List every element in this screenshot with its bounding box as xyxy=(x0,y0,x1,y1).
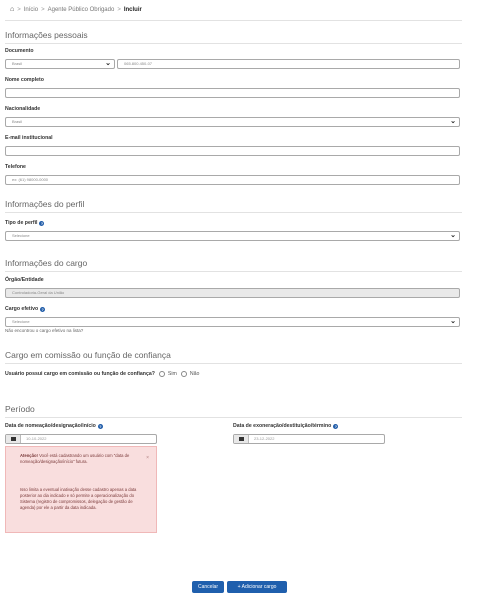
info-icon[interactable]: ? xyxy=(40,306,46,312)
tipo-perfil-label-text: Tipo de perfil xyxy=(5,220,38,226)
alert-line2: Isso limita a eventual inativação desse … xyxy=(20,487,137,510)
chevron-down-icon: ⌄ xyxy=(105,60,111,67)
documento-type-select[interactable]: Brasil ⌄ xyxy=(5,59,115,69)
chevron-right-icon: > xyxy=(117,6,121,13)
telefone-placeholder: ex: (61) 98000-0000 xyxy=(12,177,49,182)
cancel-button[interactable]: Cancelar xyxy=(192,581,224,593)
cargo-efetivo-help-link[interactable]: Não encontrou o cargo efetivo na lista? xyxy=(5,328,83,333)
documento-input[interactable]: 065.800.450-07 xyxy=(117,59,460,69)
data-nomeacao-input[interactable]: 10-10-2022 xyxy=(5,434,157,444)
chevron-right-icon: > xyxy=(17,6,21,13)
tipo-perfil-value: Selecione xyxy=(12,233,30,238)
breadcrumb-current: Incluir xyxy=(123,6,142,13)
cargo-efetivo-value: Selecione xyxy=(12,319,30,324)
nacionalidade-value: Brasil xyxy=(12,119,23,124)
section-title-position: Informações do cargo xyxy=(5,258,88,268)
info-icon[interactable]: ? xyxy=(97,423,103,429)
comissao-question: Usuário possui cargo em comissão ou funç… xyxy=(5,371,155,377)
divider xyxy=(5,20,462,21)
comissao-question-row: Usuário possui cargo em comissão ou funç… xyxy=(5,371,199,377)
section-title-commission: Cargo em comissão ou função de confiança xyxy=(5,350,171,360)
cargo-efetivo-label: Cargo efetivo ? xyxy=(5,306,46,312)
email-input[interactable] xyxy=(5,146,460,156)
email-label: E-mail institucional xyxy=(5,135,53,141)
info-icon[interactable]: ? xyxy=(333,423,339,429)
section-title-profile: Informações do perfil xyxy=(5,199,85,209)
breadcrumb-item-agente[interactable]: Agente Público Obrigado xyxy=(48,7,115,13)
orgao-input: Controladoria-Geral da União xyxy=(5,288,460,298)
divider xyxy=(5,363,462,364)
tipo-perfil-select[interactable]: Selecione ⌄ xyxy=(5,231,460,241)
documento-label: Documento xyxy=(5,48,34,54)
data-exoneracao-label-text: Data de exoneração/destituição/término xyxy=(233,423,332,429)
data-nomeacao-value: 10-10-2022 xyxy=(26,436,47,441)
section-title-period: Período xyxy=(5,404,35,414)
data-nomeacao-label: Data de nomeação/designação/início ? xyxy=(5,423,103,429)
data-exoneracao-value: 23-12-2022 xyxy=(254,436,275,441)
alert-line1: Atenção! Você está cadastrando um usuári… xyxy=(20,453,140,465)
nome-input[interactable] xyxy=(5,88,460,98)
divider xyxy=(5,43,462,44)
info-icon[interactable]: ? xyxy=(39,220,45,226)
chevron-down-icon: ⌄ xyxy=(450,118,456,125)
calendar-icon[interactable] xyxy=(234,435,249,443)
divider xyxy=(5,212,462,213)
radio-nao[interactable] xyxy=(180,371,187,377)
home-icon[interactable]: ⌂ xyxy=(10,6,14,13)
data-exoneracao-input[interactable]: 23-12-2022 xyxy=(233,434,385,444)
tipo-perfil-label: Tipo de perfil ? xyxy=(5,220,45,226)
radio-nao-label: Não xyxy=(189,371,200,377)
documento-type-value: Brasil xyxy=(12,61,23,66)
cargo-efetivo-select[interactable]: Selecione ⌄ xyxy=(5,317,460,327)
chevron-down-icon: ⌄ xyxy=(450,232,456,239)
alert-title: Atenção! xyxy=(20,453,38,458)
breadcrumb-item-inicio[interactable]: Início xyxy=(24,7,38,13)
radio-sim-label: Sim xyxy=(167,371,177,377)
close-icon[interactable]: × xyxy=(146,455,149,461)
telefone-input[interactable]: ex: (61) 98000-0000 xyxy=(5,175,460,185)
orgao-label: Órgão/Entidade xyxy=(5,277,44,283)
warning-alert: × Atenção! Você está cadastrando um usuá… xyxy=(5,446,157,533)
data-exoneracao-label: Data de exoneração/destituição/término ? xyxy=(233,423,339,429)
chevron-right-icon: > xyxy=(41,6,45,13)
section-title-personal: Informações pessoais xyxy=(5,30,88,40)
documento-value: 065.800.450-07 xyxy=(124,61,153,66)
orgao-value: Controladoria-Geral da União xyxy=(12,290,65,295)
radio-sim[interactable] xyxy=(158,371,165,377)
chevron-down-icon: ⌄ xyxy=(450,318,456,325)
nome-label: Nome completo xyxy=(5,77,44,83)
telefone-label: Telefone xyxy=(5,164,26,170)
nacionalidade-label: Nacionalidade xyxy=(5,106,41,112)
add-cargo-button[interactable]: + Adicionar cargo xyxy=(227,581,287,593)
cargo-efetivo-label-text: Cargo efetivo xyxy=(5,306,39,312)
breadcrumb: ⌂ > Início > Agente Público Obrigado > I… xyxy=(10,6,142,13)
data-nomeacao-label-text: Data de nomeação/designação/início xyxy=(5,423,96,429)
divider xyxy=(5,417,462,418)
nacionalidade-select[interactable]: Brasil ⌄ xyxy=(5,117,460,127)
calendar-icon[interactable] xyxy=(6,435,21,443)
divider xyxy=(5,271,462,272)
